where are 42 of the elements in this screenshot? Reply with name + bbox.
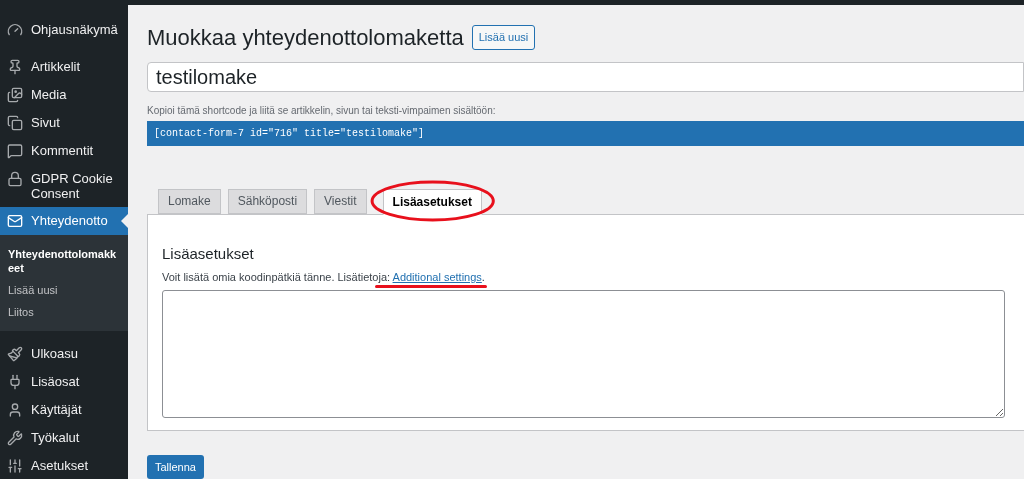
sidebar-item[interactable]: Asetukset [0,452,128,479]
sidebar-item[interactable]: Käyttäjät [0,396,128,424]
settings-icon [7,458,23,474]
current-pointer-icon [121,214,128,228]
page-title: Muokkaa yhteydenottolomaketta [147,24,464,52]
media-icon [7,87,23,103]
tab[interactable]: Lisäasetukset [382,188,482,215]
shortcode-field[interactable]: [contact-form-7 id="716" title="testilomake"] [147,121,1024,146]
pages-icon [7,115,23,131]
sidebar-item[interactable]: Artikkelit [0,53,128,81]
panel-heading: Lisäasetukset [162,243,255,264]
add-new-button[interactable]: Lisää uusi [471,25,536,50]
submenu-item[interactable]: Liitos [0,301,128,323]
sidebar-item[interactable]: Työkalut [0,424,128,452]
sidebar-item[interactable]: Ulkoasu [0,340,128,368]
mail-icon [7,213,23,229]
pin-icon [7,59,23,75]
dashboard-icon [7,22,23,38]
sidebar-item[interactable]: Lisäosat [0,368,128,396]
tab[interactable]: Viestit [314,188,367,214]
brush-icon [7,346,23,362]
shortcode-hint: Kopioi tämä shortcode ja liitä se artikkelin, sivun tai teksti-vimpaimen sisältöön: [147,104,497,118]
panel-description: Voit lisätä omia koodinpätkiä tänne. Lisätietoja: Additional settings. [162,271,485,285]
speech-bubble-icon [7,143,23,159]
lock-icon [7,171,23,187]
settings-textarea[interactable] [162,290,1005,419]
sidebar-item[interactable]: Media [0,81,128,109]
save-button[interactable]: Tallenna [147,455,204,479]
submenu-item[interactable]: Lisää uusi [0,279,128,301]
additional-settings-link[interactable]: Additional settings [392,271,482,284]
sidebar-item[interactable]: Ohjausnäkymä [0,16,128,44]
title-field[interactable]: testilomake [147,62,1024,92]
wrench-icon [7,430,23,446]
tab[interactable]: Sähköposti [227,188,308,214]
sidebar-item[interactable]: Kommentit [0,137,128,165]
sidebar-item[interactable]: Sivut [0,109,128,137]
tab[interactable]: Lomake [158,188,221,214]
submenu-item[interactable]: Yhteydenottolomakkeet [0,243,128,279]
user-icon [7,402,23,418]
sidebar-item[interactable]: Yhteydenotto [0,207,128,235]
sidebar-item[interactable]: GDPR Cookie Consent [0,165,128,207]
plug-icon [7,374,23,390]
